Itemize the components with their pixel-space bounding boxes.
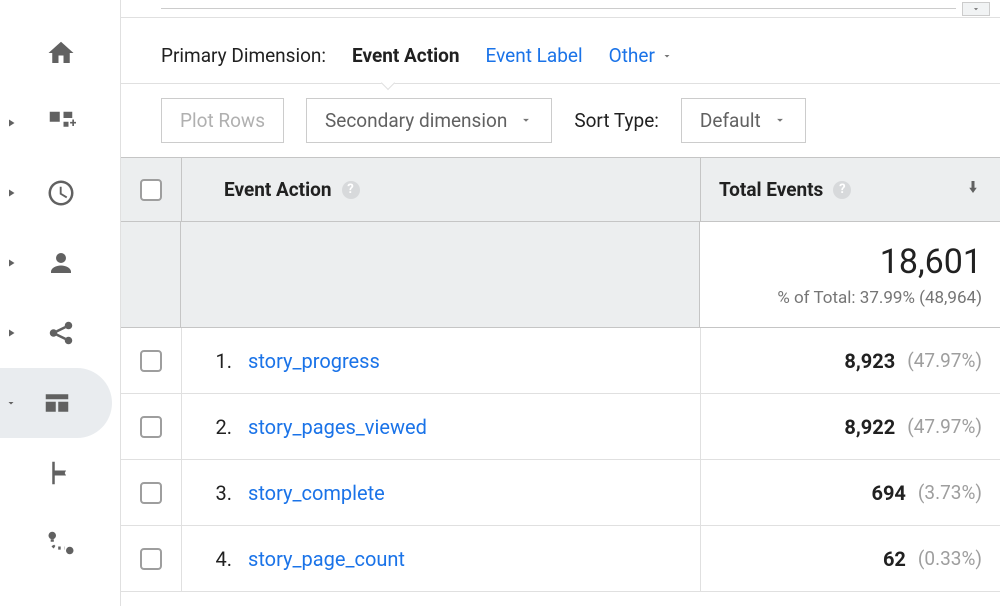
row-percent: (3.73%) bbox=[918, 481, 982, 504]
app-root: + bbox=[0, 0, 1000, 606]
dashboard-icon: + bbox=[20, 108, 120, 138]
expand-icon bbox=[2, 257, 20, 269]
flag-icon bbox=[20, 458, 120, 488]
header-total-events[interactable]: Total Events ? bbox=[700, 158, 1000, 221]
header-event-action[interactable]: Event Action ? bbox=[181, 158, 700, 221]
event-action-link[interactable]: story_complete bbox=[248, 481, 385, 505]
row-number: 1. bbox=[202, 349, 232, 373]
row-value: 62 bbox=[883, 547, 906, 571]
table-row: 4. story_page_count 62 (0.33%) bbox=[121, 526, 1000, 592]
table-header: Event Action ? Total Events ? bbox=[121, 158, 1000, 222]
expand-icon bbox=[2, 117, 20, 129]
expand-icon bbox=[2, 187, 20, 199]
svg-text:+: + bbox=[70, 116, 76, 131]
caret-down-icon bbox=[661, 44, 673, 67]
select-all-cell bbox=[121, 179, 181, 201]
summary-total-value: 18,601 bbox=[880, 242, 982, 282]
events-table: Event Action ? Total Events ? 18,601 % o… bbox=[121, 157, 1000, 592]
home-icon bbox=[20, 38, 120, 68]
chart-options-button[interactable] bbox=[962, 2, 990, 16]
primary-dimension-label: Primary Dimension: bbox=[161, 44, 326, 67]
row-percent: (0.33%) bbox=[918, 547, 982, 570]
clock-icon bbox=[20, 178, 120, 208]
nav-audience[interactable] bbox=[0, 228, 120, 298]
main-content: Primary Dimension: Event Action Event La… bbox=[120, 0, 1000, 606]
table-row: 3. story_complete 694 (3.73%) bbox=[121, 460, 1000, 526]
summary-total-sub: % of Total: 37.99% (48,964) bbox=[777, 288, 982, 308]
nav-home[interactable] bbox=[0, 18, 120, 88]
row-value: 694 bbox=[871, 481, 905, 505]
caret-down-icon bbox=[773, 109, 787, 132]
nav-attribution[interactable] bbox=[0, 508, 120, 578]
event-action-link[interactable]: story_pages_viewed bbox=[248, 415, 427, 439]
sidebar-nav: + bbox=[0, 0, 120, 606]
chart-collapsed-strip bbox=[121, 0, 1000, 18]
caret-down-icon bbox=[971, 0, 981, 18]
table-row: 2. story_pages_viewed 8,922 (47.97%) bbox=[121, 394, 1000, 460]
row-percent: (47.97%) bbox=[907, 349, 982, 372]
nav-customization[interactable]: + bbox=[0, 88, 120, 158]
summary-total-cell: 18,601 % of Total: 37.99% (48,964) bbox=[700, 222, 1000, 327]
layout-icon bbox=[20, 388, 112, 418]
event-action-link[interactable]: story_progress bbox=[248, 349, 380, 373]
plot-rows-button[interactable]: Plot Rows bbox=[161, 98, 284, 143]
row-percent: (47.97%) bbox=[907, 415, 982, 438]
table-controls-row: Plot Rows Secondary dimension Sort Type:… bbox=[121, 84, 1000, 157]
dimension-event-action[interactable]: Event Action bbox=[352, 44, 460, 67]
nav-realtime[interactable] bbox=[0, 158, 120, 228]
person-icon bbox=[20, 248, 120, 278]
share-icon bbox=[20, 318, 120, 348]
dimension-other-label: Other bbox=[609, 44, 655, 67]
caret-down-icon bbox=[519, 109, 533, 132]
row-value: 8,922 bbox=[844, 415, 895, 439]
sort-type-select[interactable]: Default bbox=[681, 98, 806, 143]
select-all-checkbox[interactable] bbox=[140, 179, 162, 201]
row-number: 3. bbox=[202, 481, 232, 505]
sort-type-label: Sort Type: bbox=[574, 109, 659, 132]
row-checkbox[interactable] bbox=[140, 350, 162, 372]
sort-desc-icon bbox=[964, 178, 982, 201]
primary-dimension-row: Primary Dimension: Event Action Event La… bbox=[121, 18, 1000, 84]
nav-conversions[interactable] bbox=[0, 438, 120, 508]
header-action-label: Event Action bbox=[224, 178, 332, 201]
expand-icon bbox=[2, 327, 20, 339]
row-checkbox[interactable] bbox=[140, 548, 162, 570]
row-checkbox[interactable] bbox=[140, 482, 162, 504]
help-icon[interactable]: ? bbox=[342, 181, 360, 199]
dimension-event-label[interactable]: Event Label bbox=[486, 44, 583, 67]
event-action-link[interactable]: story_page_count bbox=[248, 547, 405, 571]
row-checkbox[interactable] bbox=[140, 416, 162, 438]
row-number: 2. bbox=[202, 415, 232, 439]
path-icon bbox=[20, 528, 120, 558]
table-row: 1. story_progress 8,923 (47.97%) bbox=[121, 328, 1000, 394]
row-number: 4. bbox=[202, 547, 232, 571]
help-icon[interactable]: ? bbox=[833, 181, 851, 199]
secondary-dimension-label: Secondary dimension bbox=[325, 109, 507, 132]
strip-line bbox=[161, 8, 956, 9]
nav-behavior[interactable] bbox=[0, 368, 112, 438]
row-value: 8,923 bbox=[844, 349, 895, 373]
dimension-other[interactable]: Other bbox=[609, 44, 673, 67]
nav-acquisition[interactable] bbox=[0, 298, 120, 368]
table-summary-row: 18,601 % of Total: 37.99% (48,964) bbox=[121, 222, 1000, 328]
secondary-dimension-select[interactable]: Secondary dimension bbox=[306, 98, 552, 143]
collapse-icon bbox=[2, 397, 20, 409]
header-total-label: Total Events bbox=[719, 178, 823, 201]
sort-type-value: Default bbox=[700, 109, 761, 132]
